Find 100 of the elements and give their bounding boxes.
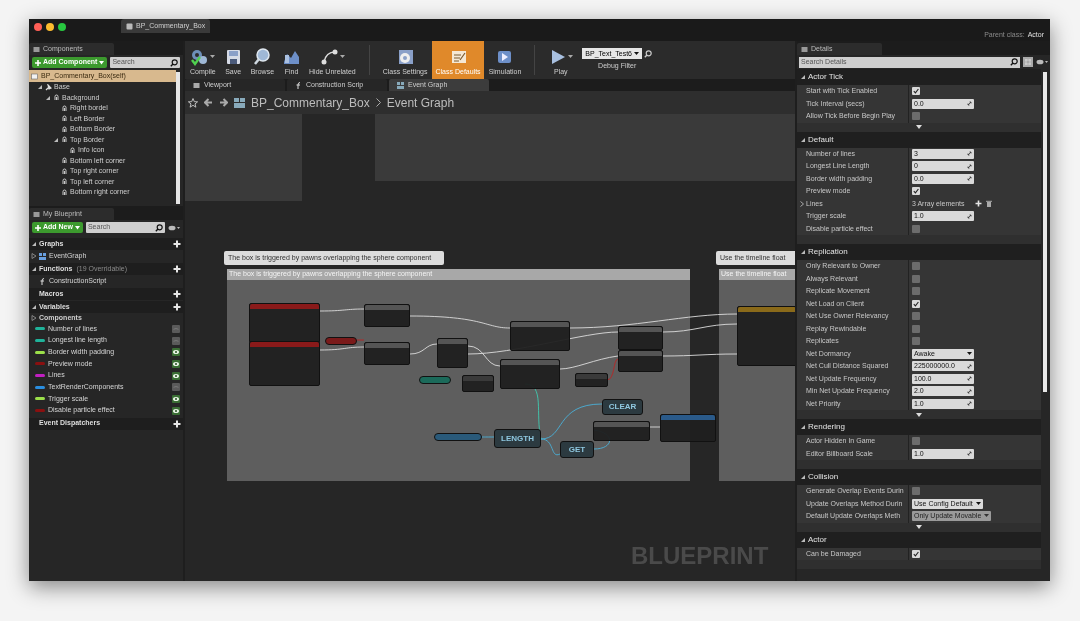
- graph-node[interactable]: [593, 421, 650, 441]
- variable-node[interactable]: [434, 433, 482, 441]
- closed-eye-icon[interactable]: [172, 324, 180, 333]
- expanded-arrow-icon[interactable]: [31, 266, 37, 272]
- component-icon: [61, 167, 68, 175]
- variable-node[interactable]: [419, 376, 451, 384]
- trash-icon[interactable]: [985, 200, 992, 208]
- component-icon: [61, 178, 68, 186]
- expanded-arrow-icon[interactable]: [800, 424, 806, 430]
- back-arrow-icon[interactable]: [204, 98, 213, 107]
- expand-arrow-icon[interactable]: [916, 412, 922, 417]
- open-eye-icon[interactable]: [172, 394, 180, 403]
- checkbox[interactable]: [912, 549, 920, 558]
- open-eye-icon[interactable]: [172, 371, 180, 380]
- graph-node[interactable]: [660, 414, 716, 442]
- graph-node[interactable]: [737, 306, 795, 366]
- forward-arrow-icon[interactable]: [219, 98, 228, 107]
- checkbox[interactable]: [912, 224, 920, 233]
- component-icon: [61, 125, 68, 133]
- expanded-arrow-icon[interactable]: [800, 74, 806, 80]
- graph-node[interactable]: [249, 303, 320, 343]
- graph-node[interactable]: [364, 342, 410, 365]
- breadcrumb-item[interactable]: BP_Commentary_Box: [251, 93, 370, 112]
- graph-node[interactable]: GET: [560, 441, 594, 458]
- checkbox[interactable]: [912, 274, 920, 283]
- section-header[interactable]: Default: [808, 133, 834, 146]
- checkbox[interactable]: [912, 337, 920, 346]
- variable-node[interactable]: [325, 337, 357, 345]
- expanded-arrow-icon[interactable]: [31, 241, 37, 247]
- section-header[interactable]: Actor: [808, 533, 827, 546]
- graph-node[interactable]: [437, 338, 468, 368]
- expanded-arrow-icon[interactable]: [800, 536, 806, 543]
- section-header[interactable]: Rendering: [808, 421, 845, 433]
- closed-eye-icon[interactable]: [172, 336, 180, 345]
- open-eye-icon[interactable]: [172, 348, 180, 357]
- expand-arrow-icon[interactable]: [916, 125, 922, 129]
- plus-icon: [35, 59, 41, 66]
- search-icon[interactable]: [170, 58, 178, 67]
- caret-icon[interactable]: [568, 54, 574, 59]
- resize-arrows-icon: [967, 151, 972, 157]
- graph-node[interactable]: CLEAR: [602, 399, 643, 415]
- add-icon[interactable]: [974, 200, 982, 208]
- checkbox[interactable]: [912, 112, 920, 121]
- open-eye-icon[interactable]: [172, 406, 180, 415]
- expanded-arrow-icon[interactable]: [800, 474, 806, 480]
- add-icon[interactable]: [173, 303, 181, 311]
- visibility-icon[interactable]: [168, 224, 180, 231]
- scrollbar[interactable]: [176, 72, 180, 204]
- checkbox[interactable]: [912, 324, 920, 333]
- expanded-arrow-icon[interactable]: [45, 94, 51, 101]
- star-icon[interactable]: [188, 97, 198, 108]
- add-icon[interactable]: [173, 290, 181, 298]
- section-header[interactable]: Replication: [808, 246, 848, 258]
- expanded-arrow-icon[interactable]: [800, 136, 806, 143]
- add-icon[interactable]: [173, 265, 181, 273]
- add-icon[interactable]: [173, 419, 181, 428]
- checkbox[interactable]: [912, 487, 920, 496]
- caret-icon[interactable]: [210, 54, 216, 59]
- graph-node[interactable]: [510, 321, 570, 351]
- visibility-icon[interactable]: [1036, 59, 1048, 65]
- blueprint-icon: [31, 72, 38, 80]
- graph-node[interactable]: [249, 341, 320, 386]
- expanded-arrow-icon[interactable]: [37, 84, 43, 91]
- open-eye-icon[interactable]: [172, 359, 180, 368]
- wrench-icon: [45, 83, 52, 91]
- section-header[interactable]: Actor Tick: [808, 71, 844, 83]
- checkbox[interactable]: [912, 299, 920, 308]
- checkbox[interactable]: [912, 187, 920, 196]
- collapsed-arrow-icon[interactable]: [31, 315, 37, 321]
- graph-node[interactable]: [500, 359, 560, 389]
- expand-arrow-icon[interactable]: [916, 525, 922, 529]
- checkbox[interactable]: [912, 87, 920, 96]
- graph-icon: [39, 252, 47, 260]
- breadcrumb-item[interactable]: Event Graph: [386, 93, 455, 112]
- graph-node[interactable]: [364, 304, 410, 327]
- graph-node[interactable]: [618, 326, 663, 350]
- checkbox[interactable]: [912, 287, 920, 296]
- checkbox[interactable]: [912, 262, 920, 271]
- graph-icon: [397, 81, 404, 89]
- search-icon[interactable]: [155, 223, 163, 232]
- caret-icon: [967, 351, 972, 356]
- graph-node[interactable]: [618, 350, 663, 372]
- caret-icon[interactable]: [339, 54, 345, 59]
- add-icon[interactable]: [173, 240, 181, 248]
- checkbox[interactable]: [912, 437, 920, 446]
- expanded-arrow-icon[interactable]: [31, 304, 37, 310]
- function-icon: [295, 81, 302, 89]
- search-icon[interactable]: [1010, 58, 1018, 66]
- caret-icon: [975, 501, 981, 506]
- expanded-arrow-icon[interactable]: [800, 249, 806, 255]
- details-icon: [801, 45, 808, 53]
- section-header[interactable]: Collision: [808, 471, 839, 483]
- graph-node[interactable]: [462, 375, 494, 392]
- graph-node[interactable]: LENGTH: [494, 429, 541, 448]
- scrollbar[interactable]: [1043, 72, 1047, 392]
- collapsed-arrow-icon[interactable]: [31, 253, 37, 259]
- graph-node[interactable]: [575, 373, 608, 387]
- viewport-icon: [193, 81, 200, 89]
- expanded-arrow-icon[interactable]: [53, 136, 59, 143]
- checkbox[interactable]: [912, 312, 920, 321]
